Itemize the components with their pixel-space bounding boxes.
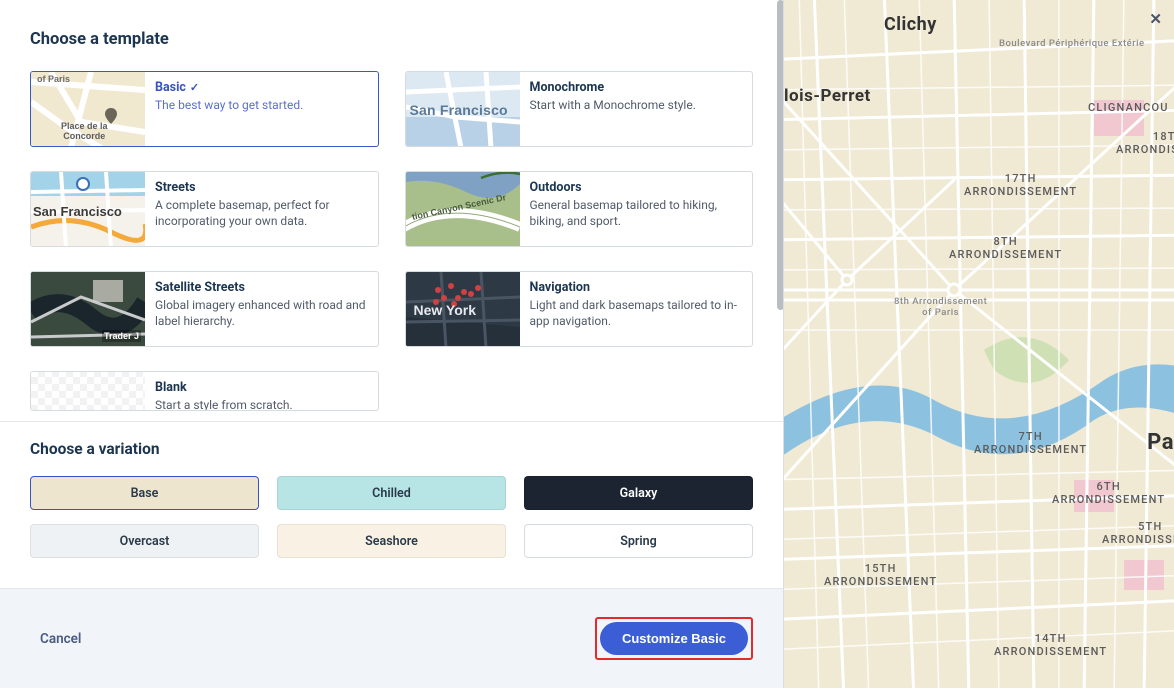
map-label-arr15: 15TH ARRONDISSEMENT — [824, 562, 937, 588]
map-label-arr14: 14TH ARRONDISSEMENT — [994, 632, 1107, 658]
template-title-basic: Basic — [155, 80, 303, 95]
map-label-clignancou: CLIGNANCOU — [1088, 101, 1169, 114]
variation-spring[interactable]: Spring — [524, 524, 753, 558]
map-label-arr18: 18TH ARRONDISSEMEN — [1116, 130, 1174, 156]
template-desc-basic: The best way to get started. — [155, 97, 303, 113]
template-card-monochrome[interactable]: San Francisco Monochrome Start with a Mo… — [405, 71, 754, 147]
map-label-arr17: 17TH ARRONDISSEMENT — [964, 172, 1077, 198]
map-label-arr6: 6TH ARRONDISSEMENT — [1052, 480, 1165, 506]
section-title-templates: Choose a template — [30, 30, 753, 49]
map-label-periph: Boulevard Périphérique Extérie — [999, 38, 1145, 49]
template-title-monochrome: Monochrome — [530, 80, 696, 95]
close-icon[interactable]: ✕ — [1149, 10, 1162, 28]
map-label-arr5: 5TH ARRONDISSEME — [1102, 520, 1174, 546]
template-card-blank[interactable]: Blank Start a style from scratch. — [30, 371, 379, 411]
template-thumb-navigation: New York — [406, 272, 520, 346]
template-thumb-basic: of Paris Place de la Concorde — [31, 72, 145, 146]
template-desc-blank: Start a style from scratch. — [155, 397, 293, 411]
marker-icon — [105, 108, 117, 124]
template-card-satellite[interactable]: Trader J Satellite Streets Global imager… — [30, 271, 379, 347]
thumb-mono-sf: San Francisco — [410, 102, 508, 118]
customize-highlight: Customize Basic — [595, 617, 753, 660]
template-title-outdoors: Outdoors — [530, 180, 743, 195]
template-title-blank: Blank — [155, 380, 293, 395]
variation-grid: Base Chilled Galaxy Overcast Seashore Sp… — [30, 476, 753, 558]
map-label-lois-perret: lois-Perret — [784, 86, 871, 106]
templates-area: Choose a template of Paris Place de la C… — [0, 0, 783, 421]
template-card-streets[interactable]: San Francisco Streets A complete basemap… — [30, 171, 379, 247]
template-desc-navigation: Light and dark basemaps tailored to in-a… — [530, 297, 743, 329]
template-thumb-satellite: Trader J — [31, 272, 145, 346]
template-thumb-streets: San Francisco — [31, 172, 145, 246]
template-desc-streets: A complete basemap, perfect for incorpor… — [155, 197, 368, 229]
map-label-arr7: 7TH ARRONDISSEMENT — [974, 430, 1087, 456]
customize-button[interactable]: Customize Basic — [600, 622, 748, 655]
template-grid: of Paris Place de la Concorde Basic The … — [30, 71, 753, 411]
template-title-satellite: Satellite Streets — [155, 280, 368, 295]
template-title-streets: Streets — [155, 180, 368, 195]
variations-area: Choose a variation Base Chilled Galaxy O… — [0, 421, 783, 588]
thumb-streets-sf: San Francisco — [33, 204, 122, 219]
variation-base[interactable]: Base — [30, 476, 259, 510]
thumb-satellite-trader: Trader J — [102, 330, 141, 342]
map-label-clichy: Clichy — [884, 14, 937, 35]
footer: Cancel Customize Basic — [0, 588, 783, 688]
variation-galaxy[interactable]: Galaxy — [524, 476, 753, 510]
variation-chilled[interactable]: Chilled — [277, 476, 506, 510]
variation-seashore[interactable]: Seashore — [277, 524, 506, 558]
map-label-arr8-paris: 8th Arrondissement of Paris — [894, 296, 987, 318]
template-thumb-outdoors: tion Canyon Scenic Dr — [406, 172, 520, 246]
template-thumb-monochrome: San Francisco — [406, 72, 520, 146]
template-title-navigation: Navigation — [530, 280, 743, 295]
thumb-basic-paris: of Paris — [37, 74, 70, 84]
section-title-variations: Choose a variation — [30, 440, 753, 458]
template-thumb-blank — [31, 372, 145, 410]
scrollbar[interactable] — [777, 0, 783, 310]
left-pane: Choose a template of Paris Place de la C… — [0, 0, 784, 688]
variation-overcast[interactable]: Overcast — [30, 524, 259, 558]
template-card-navigation[interactable]: New York Navigation Light and dark basem… — [405, 271, 754, 347]
template-card-basic[interactable]: of Paris Place de la Concorde Basic The … — [30, 71, 379, 147]
map-preview[interactable]: ✕ Clichy Boulevard Périphérique Extérie … — [784, 0, 1174, 688]
map-label-pa: Pa — [1147, 430, 1174, 455]
template-desc-satellite: Global imagery enhanced with road and la… — [155, 297, 368, 329]
template-desc-monochrome: Start with a Monochrome style. — [530, 97, 696, 113]
template-card-outdoors[interactable]: tion Canyon Scenic Dr Outdoors General b… — [405, 171, 754, 247]
thumb-nav-ny: New York — [414, 302, 477, 318]
checkmark-icon — [190, 80, 199, 95]
map-label-arr8: 8TH ARRONDISSEMENT — [949, 235, 1062, 261]
thumb-basic-place: Place de la Concorde — [61, 122, 108, 142]
template-desc-outdoors: General basemap tailored to hiking, biki… — [530, 197, 743, 229]
cancel-button[interactable]: Cancel — [40, 631, 81, 647]
